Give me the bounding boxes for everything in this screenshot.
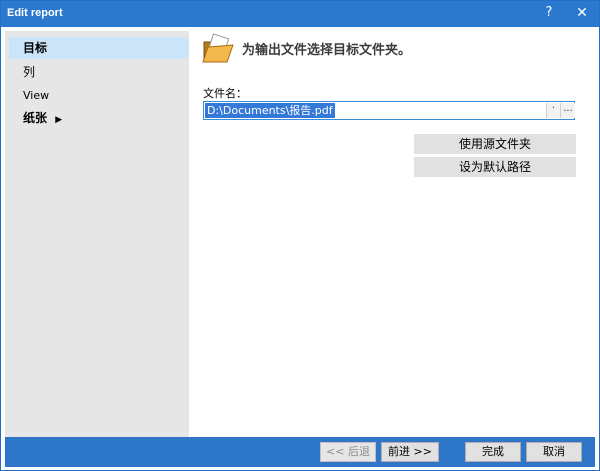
- main-content: 为输出文件选择目标文件夹。 文件名： D:\Documents\报告.pdf ·…: [189, 31, 595, 437]
- set-default-path-button[interactable]: 设为默认路径: [414, 157, 576, 177]
- window-title: Edit report: [7, 7, 63, 19]
- sidebar-item-label: 纸张: [23, 111, 48, 125]
- edit-report-dialog: Edit report ? ✕ 目标 列 View 纸张 ▶ 为输出文件选择目标…: [0, 0, 600, 471]
- sidebar-item-label: 目标: [23, 41, 48, 55]
- footer-bar: << 后退 前进 >> 完成 取消: [5, 437, 595, 467]
- sidebar-item-view[interactable]: View: [9, 85, 189, 107]
- file-name-label: 文件名：: [203, 87, 247, 100]
- back-button[interactable]: << 后退: [320, 442, 376, 462]
- finish-button[interactable]: 完成: [465, 442, 521, 462]
- sidebar-item-label: 列: [23, 65, 36, 79]
- sidebar-item-target[interactable]: 目标: [9, 37, 189, 59]
- sidebar-item-paper[interactable]: 纸张 ▶: [9, 107, 189, 129]
- next-button[interactable]: 前进 >>: [381, 442, 439, 462]
- dot-button[interactable]: ·: [546, 103, 560, 118]
- folder-icon: [201, 33, 235, 65]
- cancel-button[interactable]: 取消: [526, 442, 582, 462]
- file-name-field[interactable]: D:\Documents\报告.pdf · ...: [203, 101, 575, 120]
- browse-button[interactable]: ...: [560, 103, 575, 118]
- sidebar: 目标 列 View 纸张 ▶: [5, 31, 189, 437]
- help-button[interactable]: ?: [534, 1, 564, 27]
- sidebar-item-columns[interactable]: 列: [9, 61, 189, 83]
- close-button[interactable]: ✕: [567, 1, 597, 27]
- file-name-value[interactable]: D:\Documents\报告.pdf: [205, 103, 335, 118]
- page-header: 为输出文件选择目标文件夹。: [242, 43, 412, 58]
- expand-arrow-icon: ▶: [55, 115, 63, 125]
- title-bar: Edit report ? ✕: [1, 1, 599, 27]
- sidebar-item-label: View: [23, 89, 50, 102]
- use-source-folder-button[interactable]: 使用源文件夹: [414, 134, 576, 154]
